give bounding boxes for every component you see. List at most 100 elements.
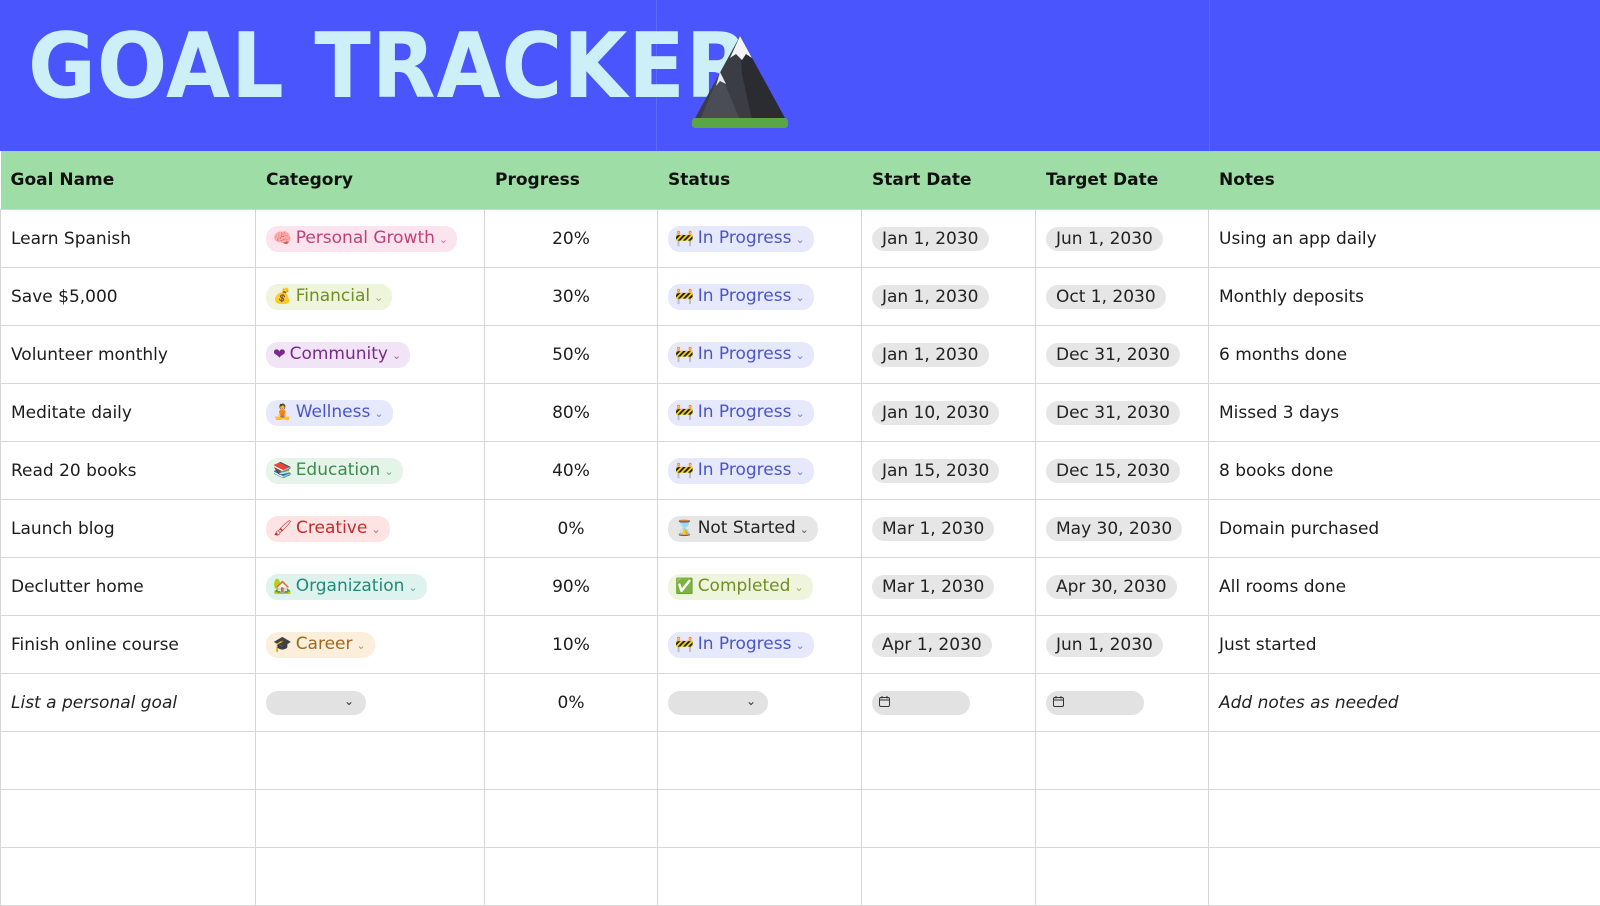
category-cell[interactable]: 🧘Wellness⌄: [256, 384, 485, 442]
goal-name-cell[interactable]: Read 20 books: [1, 442, 256, 500]
progress-cell[interactable]: 90%: [485, 558, 658, 616]
goal-name-cell[interactable]: Learn Spanish: [1, 210, 256, 268]
category-cell[interactable]: 🧠Personal Growth⌄: [256, 210, 485, 268]
target-date-chip[interactable]: Oct 1, 2030: [1046, 285, 1166, 309]
category-select[interactable]: 🏡Organization⌄: [266, 574, 427, 600]
goal-name-cell[interactable]: Declutter home: [1, 558, 256, 616]
empty-cell[interactable]: [1036, 790, 1209, 848]
category-select[interactable]: 🧘Wellness⌄: [266, 400, 393, 426]
notes-cell[interactable]: 8 books done: [1209, 442, 1600, 500]
progress-cell[interactable]: 20%: [485, 210, 658, 268]
category-select[interactable]: 🖌Creative⌄: [266, 516, 390, 542]
column-header-notes[interactable]: Notes: [1209, 151, 1600, 210]
category-cell[interactable]: 🖌Creative⌄: [256, 500, 485, 558]
start-date-cell[interactable]: Apr 1, 2030: [862, 616, 1036, 674]
empty-cell[interactable]: [658, 790, 862, 848]
status-cell[interactable]: ✅Completed⌄: [658, 558, 862, 616]
start-date-cell[interactable]: Jan 1, 2030: [862, 326, 1036, 384]
start-date-cell[interactable]: Jan 1, 2030: [862, 210, 1036, 268]
goal-name-cell[interactable]: Volunteer monthly: [1, 326, 256, 384]
column-header-progress[interactable]: Progress: [485, 151, 658, 210]
status-select[interactable]: 🚧In Progress⌄: [668, 342, 814, 368]
start-date-cell[interactable]: Jan 1, 2030: [862, 268, 1036, 326]
status-cell[interactable]: 🚧In Progress⌄: [658, 326, 862, 384]
column-header-start-date[interactable]: Start Date: [862, 151, 1036, 210]
status-select[interactable]: 🚧In Progress⌄: [668, 226, 814, 252]
status-select[interactable]: 🚧In Progress⌄: [668, 400, 814, 426]
column-header-goal-name[interactable]: Goal Name: [1, 151, 256, 210]
start-date-cell[interactable]: Jan 10, 2030: [862, 384, 1036, 442]
target-date-chip[interactable]: Jun 1, 2030: [1046, 633, 1163, 657]
empty-cell[interactable]: [1036, 732, 1209, 790]
status-cell[interactable]: 🚧In Progress⌄: [658, 616, 862, 674]
status-select[interactable]: 🚧In Progress⌄: [668, 632, 814, 658]
empty-cell[interactable]: [256, 732, 485, 790]
category-cell[interactable]: 🏡Organization⌄: [256, 558, 485, 616]
empty-cell[interactable]: [485, 732, 658, 790]
status-cell[interactable]: 🚧In Progress⌄: [658, 268, 862, 326]
empty-cell[interactable]: [256, 848, 485, 906]
progress-cell[interactable]: 80%: [485, 384, 658, 442]
category-cell[interactable]: 💰Financial⌄: [256, 268, 485, 326]
status-select-empty[interactable]: ⌄: [668, 691, 768, 715]
start-date-picker[interactable]: [872, 691, 970, 715]
status-cell[interactable]: 🚧In Progress⌄: [658, 210, 862, 268]
target-date-cell[interactable]: Dec 31, 2030: [1036, 384, 1209, 442]
notes-cell[interactable]: Just started: [1209, 616, 1600, 674]
empty-cell[interactable]: [862, 732, 1036, 790]
category-select-empty[interactable]: ⌄: [266, 691, 366, 715]
progress-cell[interactable]: 0%: [485, 500, 658, 558]
status-cell[interactable]: ⌛Not Started⌄: [658, 500, 862, 558]
notes-cell[interactable]: 6 months done: [1209, 326, 1600, 384]
status-select[interactable]: 🚧In Progress⌄: [668, 284, 814, 310]
empty-cell[interactable]: [485, 848, 658, 906]
empty-cell[interactable]: [485, 790, 658, 848]
goal-name-cell[interactable]: Meditate daily: [1, 384, 256, 442]
target-date-cell[interactable]: Apr 30, 2030: [1036, 558, 1209, 616]
progress-cell[interactable]: 30%: [485, 268, 658, 326]
status-cell[interactable]: ⌄: [658, 674, 862, 732]
status-select[interactable]: 🚧In Progress⌄: [668, 458, 814, 484]
category-cell[interactable]: 🎓Career⌄: [256, 616, 485, 674]
empty-cell[interactable]: [1209, 732, 1600, 790]
target-date-cell[interactable]: May 30, 2030: [1036, 500, 1209, 558]
start-date-cell[interactable]: [862, 674, 1036, 732]
start-date-chip[interactable]: Jan 15, 2030: [872, 459, 999, 483]
start-date-chip[interactable]: Jan 1, 2030: [872, 227, 989, 251]
empty-cell[interactable]: [1, 790, 256, 848]
empty-cell[interactable]: [862, 790, 1036, 848]
progress-cell[interactable]: 10%: [485, 616, 658, 674]
empty-cell[interactable]: [1209, 790, 1600, 848]
target-date-chip[interactable]: Jun 1, 2030: [1046, 227, 1163, 251]
notes-cell[interactable]: Using an app daily: [1209, 210, 1600, 268]
target-date-cell[interactable]: Jun 1, 2030: [1036, 616, 1209, 674]
goal-name-cell[interactable]: Save $5,000: [1, 268, 256, 326]
start-date-chip[interactable]: Jan 1, 2030: [872, 343, 989, 367]
start-date-chip[interactable]: Apr 1, 2030: [872, 633, 992, 657]
empty-cell[interactable]: [658, 848, 862, 906]
empty-cell[interactable]: [862, 848, 1036, 906]
empty-cell[interactable]: [1036, 848, 1209, 906]
target-date-cell[interactable]: Jun 1, 2030: [1036, 210, 1209, 268]
empty-cell[interactable]: [1, 848, 256, 906]
notes-cell[interactable]: Add notes as needed: [1209, 674, 1600, 732]
target-date-picker[interactable]: [1046, 691, 1144, 715]
target-date-cell[interactable]: Dec 31, 2030: [1036, 326, 1209, 384]
progress-cell[interactable]: 40%: [485, 442, 658, 500]
start-date-chip[interactable]: Jan 1, 2030: [872, 285, 989, 309]
goal-name-cell[interactable]: Launch blog: [1, 500, 256, 558]
goal-name-cell[interactable]: Finish online course: [1, 616, 256, 674]
target-date-cell[interactable]: [1036, 674, 1209, 732]
goal-name-cell[interactable]: List a personal goal: [1, 674, 256, 732]
notes-cell[interactable]: Missed 3 days: [1209, 384, 1600, 442]
target-date-chip[interactable]: Apr 30, 2030: [1046, 575, 1177, 599]
target-date-cell[interactable]: Oct 1, 2030: [1036, 268, 1209, 326]
empty-cell[interactable]: [1209, 848, 1600, 906]
start-date-chip[interactable]: Jan 10, 2030: [872, 401, 999, 425]
empty-cell[interactable]: [1, 732, 256, 790]
progress-cell[interactable]: 50%: [485, 326, 658, 384]
category-select[interactable]: 📚Education⌄: [266, 458, 403, 484]
target-date-chip[interactable]: Dec 31, 2030: [1046, 401, 1180, 425]
target-date-chip[interactable]: May 30, 2030: [1046, 517, 1182, 541]
start-date-cell[interactable]: Mar 1, 2030: [862, 500, 1036, 558]
